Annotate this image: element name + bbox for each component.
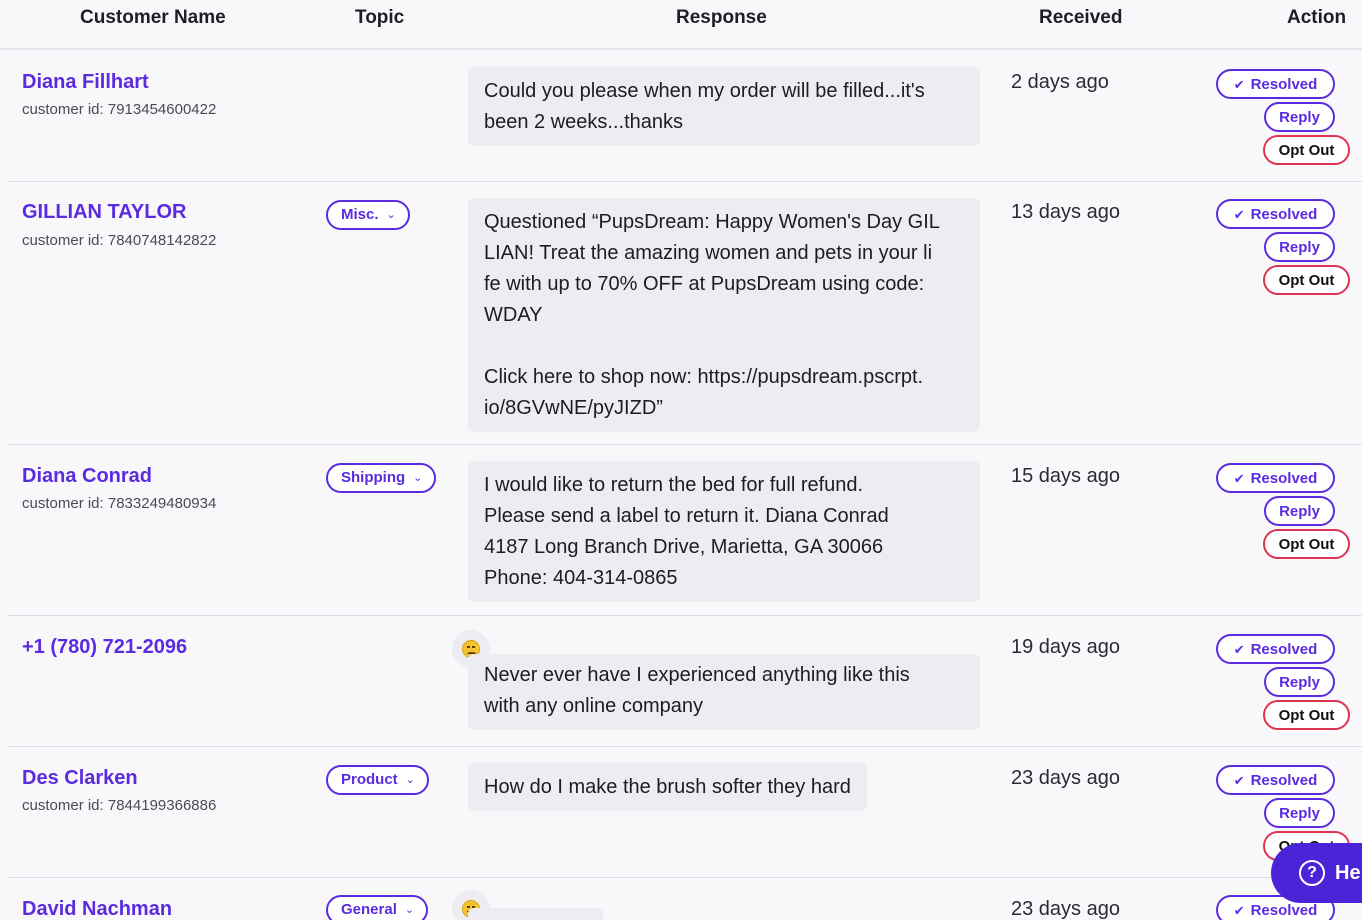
opt-out-button[interactable]: Opt Out — [1263, 265, 1350, 295]
topic-dropdown[interactable]: General ⌄ — [326, 895, 429, 920]
resolved-button[interactable]: ✔ Resolved — [1216, 765, 1335, 795]
opt-out-button[interactable]: Opt Out — [1263, 529, 1350, 559]
help-label: He — [1335, 861, 1361, 884]
chevron-down-icon: ⌄ — [404, 904, 415, 916]
topic-dropdown[interactable]: Shipping ⌄ — [326, 463, 437, 493]
customer-name-link[interactable]: Diana Conrad — [22, 465, 152, 488]
topic-dropdown[interactable]: Misc. ⌄ — [326, 200, 410, 230]
response-bubble — [468, 908, 603, 920]
customer-id: customer id: 7913454600422 — [22, 101, 217, 118]
received-time: 23 days ago — [1011, 898, 1120, 920]
table-row: Des Clarken customer id: 7844199366886 P… — [7, 747, 1362, 878]
received-time: 23 days ago — [1011, 767, 1120, 789]
table-row: +1 (780) 721-2096 Never ever have I expe… — [7, 616, 1362, 747]
table-row: David Nachman General ⌄ 23 days ago ✔ Reso… — [7, 878, 1362, 920]
customer-name-link[interactable]: Des Clarken — [22, 767, 138, 790]
table-row: Diana Conrad customer id: 7833249480934 … — [7, 445, 1362, 616]
checkmark-icon: ✔ — [1233, 77, 1245, 92]
opt-out-button[interactable]: Opt Out — [1263, 135, 1350, 165]
customer-id: customer id: 7833249480934 — [22, 495, 217, 512]
response-bubble: Never ever have I experienced anything l… — [468, 654, 980, 730]
topic-dropdown[interactable]: Product ⌄ — [326, 765, 429, 795]
checkmark-icon: ✔ — [1233, 471, 1245, 486]
checkmark-icon: ✔ — [1233, 207, 1245, 222]
response-bubble: Questioned “PupsDream: Happy Women's Day… — [468, 198, 980, 432]
table-header: Customer Name Topic Response Received Ac… — [0, 0, 1362, 50]
received-time: 13 days ago — [1011, 201, 1120, 223]
column-header-response: Response — [676, 7, 767, 28]
received-time: 19 days ago — [1011, 636, 1120, 658]
response-bubble: I would like to return the bed for full … — [468, 461, 980, 602]
customer-id: customer id: 7844199366886 — [22, 797, 217, 814]
table-row: Diana Fillhart customer id: 791345460042… — [7, 51, 1362, 182]
reply-button[interactable]: Reply — [1264, 667, 1335, 697]
resolved-button[interactable]: ✔ Resolved — [1216, 463, 1335, 493]
chevron-down-icon: ⌄ — [386, 209, 396, 221]
received-time: 2 days ago — [1011, 71, 1109, 93]
chevron-down-icon: ⌄ — [413, 472, 423, 484]
reply-button[interactable]: Reply — [1264, 102, 1335, 132]
customer-name-link[interactable]: David Nachman — [22, 898, 172, 920]
column-header-topic: Topic — [355, 7, 405, 28]
chevron-down-icon: ⌄ — [405, 774, 415, 786]
checkmark-icon: ✔ — [1233, 903, 1245, 918]
column-header-customer-name: Customer Name — [80, 7, 226, 28]
customer-name-link[interactable]: Diana Fillhart — [22, 71, 149, 94]
response-bubble: Could you please when my order will be f… — [468, 67, 980, 146]
opt-out-button[interactable]: Opt Out — [1263, 700, 1350, 730]
reply-button[interactable]: Reply — [1264, 496, 1335, 526]
reply-button[interactable]: Reply — [1264, 798, 1335, 828]
resolved-button[interactable]: ✔ Resolved — [1216, 199, 1335, 229]
column-header-received: Received — [1039, 7, 1123, 28]
reply-button[interactable]: Reply — [1264, 232, 1335, 262]
question-mark-icon: ? — [1299, 860, 1325, 886]
customer-id: customer id: 7840748142822 — [22, 232, 217, 249]
help-button[interactable]: ? He — [1271, 843, 1362, 903]
column-header-action: Action — [1287, 7, 1347, 28]
resolved-button[interactable]: ✔ Resolved — [1216, 634, 1335, 664]
response-bubble: How do I make the brush softer they hard — [468, 763, 867, 811]
checkmark-icon: ✔ — [1233, 642, 1245, 657]
resolved-button[interactable]: ✔ Resolved — [1216, 69, 1335, 99]
customer-phone-link[interactable]: +1 (780) 721-2096 — [22, 636, 187, 659]
checkmark-icon: ✔ — [1233, 773, 1245, 788]
received-time: 15 days ago — [1011, 465, 1120, 487]
customer-name-link[interactable]: GILLIAN TAYLOR — [22, 201, 186, 224]
table-row: GILLIAN TAYLOR customer id: 784074814282… — [7, 182, 1362, 445]
